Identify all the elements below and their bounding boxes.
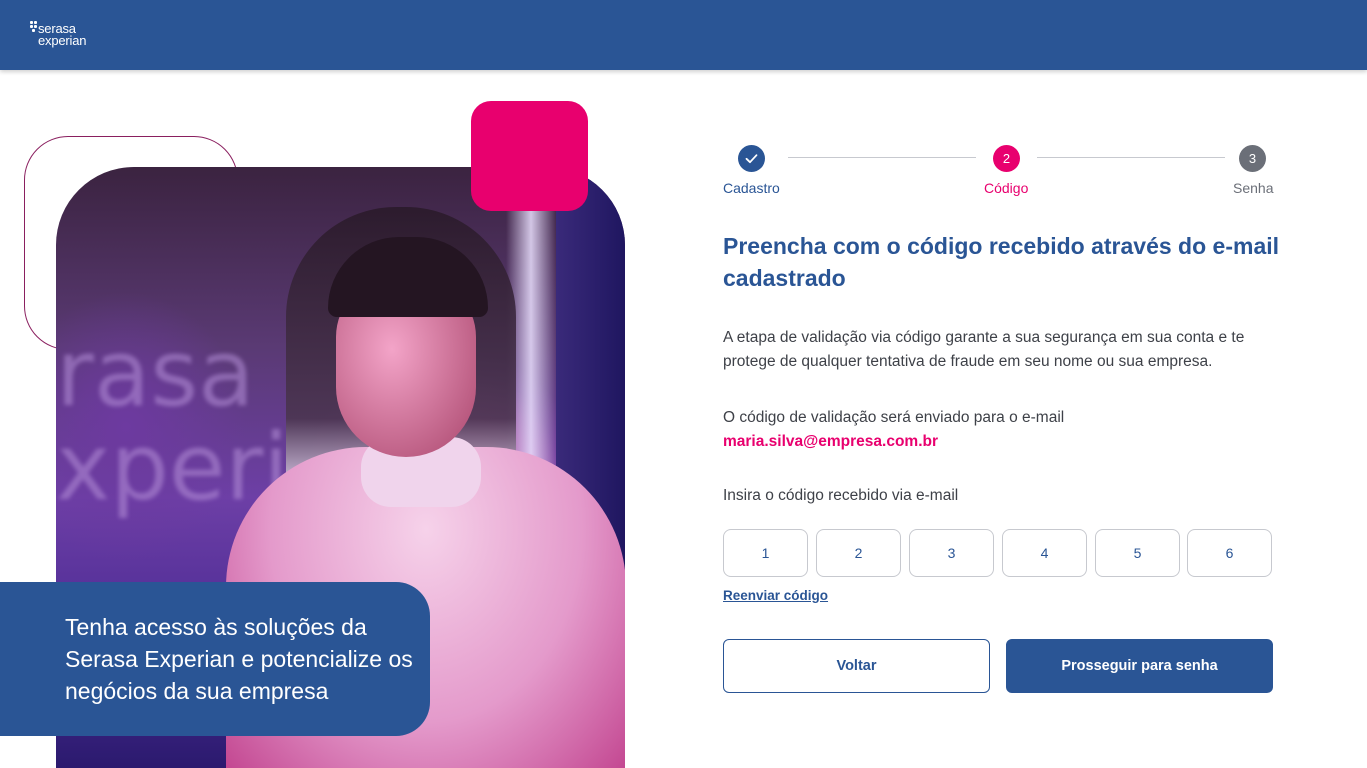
code-digit-input-4[interactable] — [1002, 529, 1087, 577]
step-label: Cadastro — [723, 180, 780, 196]
code-prompt: Insira o código recebido via e-mail — [723, 487, 959, 504]
code-digit-input-1[interactable] — [723, 529, 808, 577]
check-icon — [738, 145, 765, 172]
destination-email: maria.silva@empresa.com.br — [723, 433, 939, 450]
top-header: serasa experian — [0, 0, 1367, 70]
stepper-connector — [1037, 157, 1225, 158]
promo-banner: Tenha acesso às soluções da Serasa Exper… — [0, 582, 430, 736]
code-digit-input-6[interactable] — [1187, 529, 1272, 577]
step-number: 3 — [1239, 145, 1266, 172]
code-digit-input-2[interactable] — [816, 529, 901, 577]
decorative-pink-square — [471, 101, 588, 211]
step-label: Código — [984, 180, 1029, 196]
resend-code-link[interactable]: Reenviar código — [723, 588, 828, 603]
photo-background-signage: rasa xperi — [56, 320, 289, 521]
code-digit-input-3[interactable] — [909, 529, 994, 577]
stepper-connector — [788, 157, 976, 158]
continue-to-password-button[interactable]: Prosseguir para senha — [1006, 639, 1273, 693]
email-info: O código de validação será enviado para … — [723, 406, 1283, 454]
step-label: Senha — [1233, 180, 1274, 196]
security-description: A etapa de validação via código garante … — [723, 329, 1245, 370]
back-button[interactable]: Voltar — [723, 639, 990, 693]
page-title: Preencha com o código recebido através d… — [723, 233, 1280, 291]
serasa-experian-logo[interactable]: serasa experian — [30, 18, 110, 50]
verification-code-inputs — [723, 529, 1273, 578]
logo-text-line2: experian — [38, 33, 87, 48]
email-info-text: O código de validação será enviado para … — [723, 409, 1065, 426]
code-digit-input-5[interactable] — [1095, 529, 1180, 577]
progress-stepper: Cadastro 2 Código 3 Senha — [723, 145, 1274, 200]
promo-text: Tenha acesso às soluções da Serasa Exper… — [65, 614, 413, 704]
step-number: 2 — [993, 145, 1020, 172]
